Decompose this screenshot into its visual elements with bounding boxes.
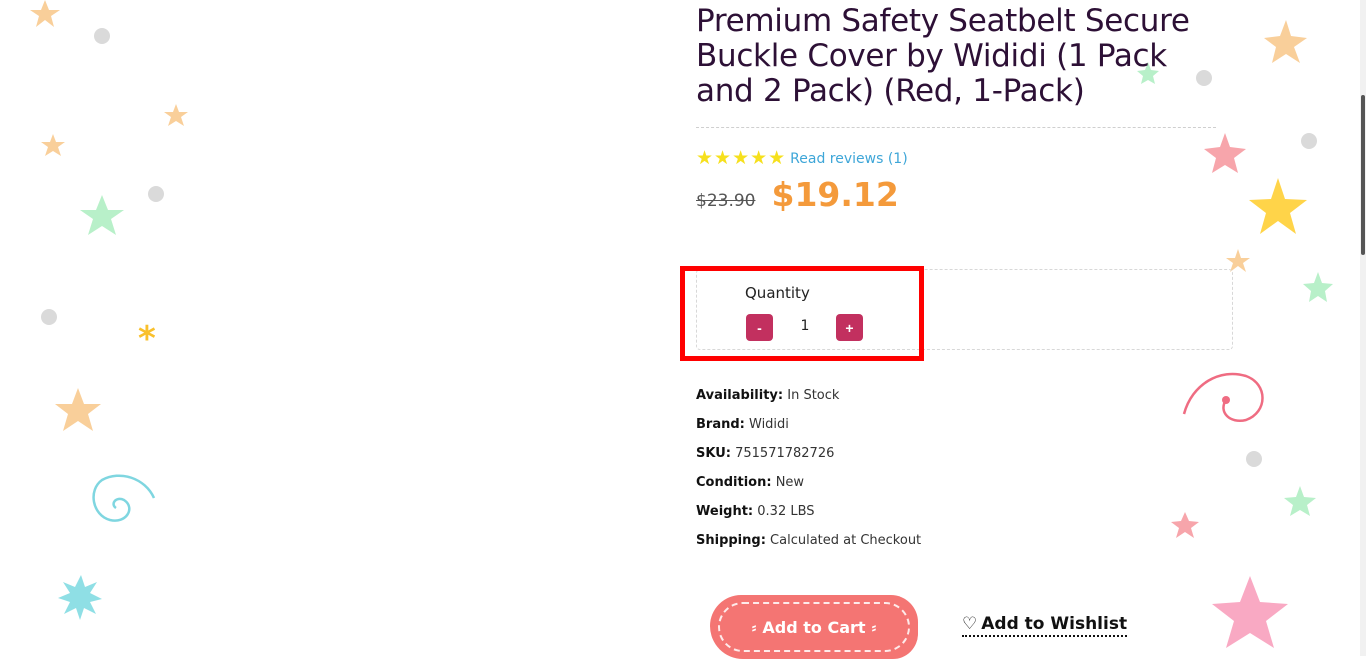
scrollbar-thumb[interactable] [1361,95,1365,255]
spec-shipping: Shipping: Calculated at Checkout [696,531,921,560]
burst-icon [58,575,102,620]
star-icon [1171,512,1199,538]
title-divider [696,127,1216,128]
spec-value: 751571782726 [735,446,835,461]
dot-decoration [1301,133,1317,149]
star-icon [1303,272,1333,302]
spec-value: New [775,475,805,490]
asterisk-icon: * [138,319,156,359]
dot-decoration [1246,451,1262,467]
spec-condition: Condition: New [696,473,921,502]
dash-decoration-icon: ⸗ [871,619,877,635]
star-icon [1284,486,1316,516]
spec-availability: Availability: In Stock [696,386,921,415]
spiral-icon [1182,372,1264,423]
heart-icon: ♡ [962,614,978,634]
star-icon [80,195,124,235]
spec-value: In Stock [787,388,840,403]
old-price: $23.90 [696,191,756,211]
spec-key: Weight: [696,504,754,519]
product-info: Premium Safety Seatbelt Secure Buckle Co… [696,4,1236,214]
current-price: $19.12 [771,175,899,214]
price-row: $23.90 $19.12 [696,175,1236,214]
add-to-cart-button[interactable]: ⸗ Add to Cart ⸗ [710,595,918,659]
highlight-box [680,266,924,361]
rating-row: ★★★★★ Read reviews (1) [696,149,1236,169]
spec-key: Shipping: [696,533,766,548]
dash-decoration-icon: ⸗ [751,619,757,635]
spec-value: Wididi [749,417,789,432]
product-title: Premium Safety Seatbelt Secure Buckle Co… [696,3,1190,109]
spec-brand: Brand: Wididi [696,415,921,444]
spec-key: SKU: [696,446,731,461]
dot-decoration [94,28,110,44]
spec-key: Brand: [696,417,745,432]
dot-decoration [148,186,164,202]
dot-decoration [41,309,57,325]
spiral-dot-icon [1222,396,1230,404]
star-icon [164,104,188,126]
spiral-icon [92,474,156,522]
spec-weight: Weight: 0.32 LBS [696,502,921,531]
spec-key: Condition: [696,475,772,490]
spec-key: Availability: [696,388,784,403]
read-reviews-link[interactable]: Read reviews (1) [790,151,908,167]
spec-sku: SKU: 751571782726 [696,444,921,473]
star-icon [1212,576,1288,648]
star-icon [30,0,60,27]
spec-value: Calculated at Checkout [770,533,922,548]
wishlist-label: Add to Wishlist [981,614,1128,634]
star-icon [41,134,65,156]
page-scrollbar[interactable] [1360,0,1366,656]
star-icon [1264,20,1307,63]
add-to-wishlist-link[interactable]: ♡ Add to Wishlist [962,614,1128,637]
rating-stars-icon: ★★★★★ [696,148,787,169]
star-icon [55,388,101,431]
spec-value: 0.32 LBS [757,504,815,519]
star-icon [1249,178,1307,234]
product-specs: Availability: In Stock Brand: Wididi SKU… [696,386,921,560]
add-to-cart-label: Add to Cart [762,617,866,637]
